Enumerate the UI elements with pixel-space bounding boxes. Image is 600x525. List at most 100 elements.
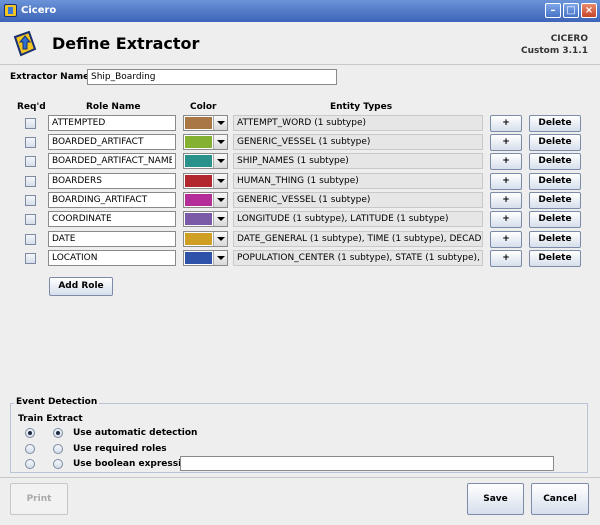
footer-divider bbox=[0, 477, 600, 478]
entity-types-field: GENERIC_VESSEL (1 subtype) bbox=[233, 192, 483, 208]
role-name-input[interactable] bbox=[48, 192, 176, 208]
role-name-input[interactable] bbox=[48, 153, 176, 169]
required-checkbox[interactable] bbox=[25, 118, 36, 129]
required-checkbox[interactable] bbox=[25, 176, 36, 187]
extractor-name-input[interactable] bbox=[87, 69, 337, 85]
chevron-down-icon[interactable] bbox=[213, 174, 227, 188]
required-checkbox[interactable] bbox=[25, 195, 36, 206]
color-column-header: Color bbox=[190, 102, 217, 112]
window-title: Cicero bbox=[21, 5, 57, 16]
add-entity-button[interactable]: + bbox=[490, 153, 522, 170]
chevron-down-icon[interactable] bbox=[213, 135, 227, 149]
delete-role-button[interactable]: Delete bbox=[529, 173, 581, 190]
entity-types-field: ATTEMPT_WORD (1 subtype) bbox=[233, 115, 483, 131]
color-dropdown[interactable] bbox=[183, 192, 228, 208]
delete-role-button[interactable]: Delete bbox=[529, 250, 581, 267]
page-title: Define Extractor bbox=[52, 34, 200, 53]
role-name-input[interactable] bbox=[48, 134, 176, 150]
print-button[interactable]: Print bbox=[10, 483, 68, 515]
required-checkbox[interactable] bbox=[25, 137, 36, 148]
cicero-logo-icon bbox=[13, 31, 37, 57]
delete-role-button[interactable]: Delete bbox=[529, 192, 581, 209]
entity-types-field: HUMAN_THING (1 subtype) bbox=[233, 173, 483, 189]
option-boolean-label: Use boolean expression: bbox=[73, 459, 198, 469]
delete-role-button[interactable]: Delete bbox=[529, 134, 581, 151]
color-dropdown[interactable] bbox=[183, 173, 228, 189]
maximize-button[interactable]: □ bbox=[563, 3, 579, 18]
entity-types-field: LONGITUDE (1 subtype), LATITUDE (1 subty… bbox=[233, 211, 483, 227]
color-dropdown[interactable] bbox=[183, 231, 228, 247]
event-detection-title: Event Detection bbox=[14, 397, 100, 407]
close-button[interactable]: × bbox=[581, 3, 597, 18]
delete-role-button[interactable]: Delete bbox=[529, 231, 581, 248]
add-entity-button[interactable]: + bbox=[490, 250, 522, 267]
entity-types-column-header: Entity Types bbox=[330, 102, 393, 112]
role-name-input[interactable] bbox=[48, 115, 176, 131]
role-row: GENERIC_VESSEL (1 subtype) + Delete bbox=[0, 191, 600, 210]
color-swatch bbox=[185, 194, 212, 206]
train-radio-automatic[interactable] bbox=[25, 428, 35, 438]
color-swatch bbox=[185, 213, 212, 225]
train-radio-required[interactable] bbox=[25, 444, 35, 454]
option-automatic-label: Use automatic detection bbox=[73, 428, 198, 438]
role-row: POPULATION_CENTER (1 subtype), STATE (1 … bbox=[0, 249, 600, 268]
add-entity-button[interactable]: + bbox=[490, 134, 522, 151]
cicero-app-icon bbox=[4, 4, 17, 17]
role-name-input[interactable] bbox=[48, 211, 176, 227]
extract-radio-boolean[interactable] bbox=[53, 459, 63, 469]
add-role-button[interactable]: Add Role bbox=[49, 277, 113, 296]
role-name-input[interactable] bbox=[48, 231, 176, 247]
color-swatch bbox=[185, 175, 212, 187]
required-checkbox[interactable] bbox=[25, 234, 36, 245]
train-radio-boolean[interactable] bbox=[25, 459, 35, 469]
required-checkbox[interactable] bbox=[25, 156, 36, 167]
color-dropdown[interactable] bbox=[183, 153, 228, 169]
color-dropdown[interactable] bbox=[183, 134, 228, 150]
required-checkbox[interactable] bbox=[25, 214, 36, 225]
train-extract-label: Train Extract bbox=[18, 414, 83, 424]
chevron-down-icon[interactable] bbox=[213, 251, 227, 265]
reqd-column-header: Req'd bbox=[17, 102, 46, 112]
title-bar: Cicero – □ × bbox=[0, 0, 600, 22]
extract-radio-automatic[interactable] bbox=[53, 428, 63, 438]
color-swatch bbox=[185, 233, 212, 245]
chevron-down-icon[interactable] bbox=[213, 154, 227, 168]
color-swatch bbox=[185, 136, 212, 148]
entity-types-field: SHIP_NAMES (1 subtype) bbox=[233, 153, 483, 169]
required-checkbox[interactable] bbox=[25, 253, 36, 264]
cancel-button[interactable]: Cancel bbox=[531, 483, 589, 515]
chevron-down-icon[interactable] bbox=[213, 212, 227, 226]
extract-radio-required[interactable] bbox=[53, 444, 63, 454]
header-divider bbox=[0, 64, 600, 65]
add-entity-button[interactable]: + bbox=[490, 173, 522, 190]
color-dropdown[interactable] bbox=[183, 115, 228, 131]
add-entity-button[interactable]: + bbox=[490, 192, 522, 209]
add-entity-button[interactable]: + bbox=[490, 115, 522, 132]
minimize-button[interactable]: – bbox=[545, 3, 561, 18]
option-required-label: Use required roles bbox=[73, 444, 167, 454]
save-button[interactable]: Save bbox=[467, 483, 524, 515]
role-row: HUMAN_THING (1 subtype) + Delete bbox=[0, 172, 600, 191]
boolean-expression-input[interactable] bbox=[180, 456, 554, 471]
chevron-down-icon[interactable] bbox=[213, 232, 227, 246]
delete-role-button[interactable]: Delete bbox=[529, 153, 581, 170]
delete-role-button[interactable]: Delete bbox=[529, 115, 581, 132]
color-swatch bbox=[185, 117, 212, 129]
add-entity-button[interactable]: + bbox=[490, 211, 522, 228]
chevron-down-icon[interactable] bbox=[213, 116, 227, 130]
add-entity-button[interactable]: + bbox=[490, 231, 522, 248]
color-swatch bbox=[185, 252, 212, 264]
extractor-name-label: Extractor Name: bbox=[10, 72, 93, 82]
role-row: ATTEMPT_WORD (1 subtype) + Delete bbox=[0, 114, 600, 133]
color-dropdown[interactable] bbox=[183, 250, 228, 266]
color-swatch bbox=[185, 155, 212, 167]
chevron-down-icon[interactable] bbox=[213, 193, 227, 207]
role-name-input[interactable] bbox=[48, 173, 176, 189]
entity-types-field: POPULATION_CENTER (1 subtype), STATE (1 … bbox=[233, 250, 483, 266]
color-dropdown[interactable] bbox=[183, 211, 228, 227]
role-name-input[interactable] bbox=[48, 250, 176, 266]
role-row: SHIP_NAMES (1 subtype) + Delete bbox=[0, 152, 600, 171]
delete-role-button[interactable]: Delete bbox=[529, 211, 581, 228]
role-row: LONGITUDE (1 subtype), LATITUDE (1 subty… bbox=[0, 210, 600, 229]
role-row: GENERIC_VESSEL (1 subtype) + Delete bbox=[0, 133, 600, 152]
